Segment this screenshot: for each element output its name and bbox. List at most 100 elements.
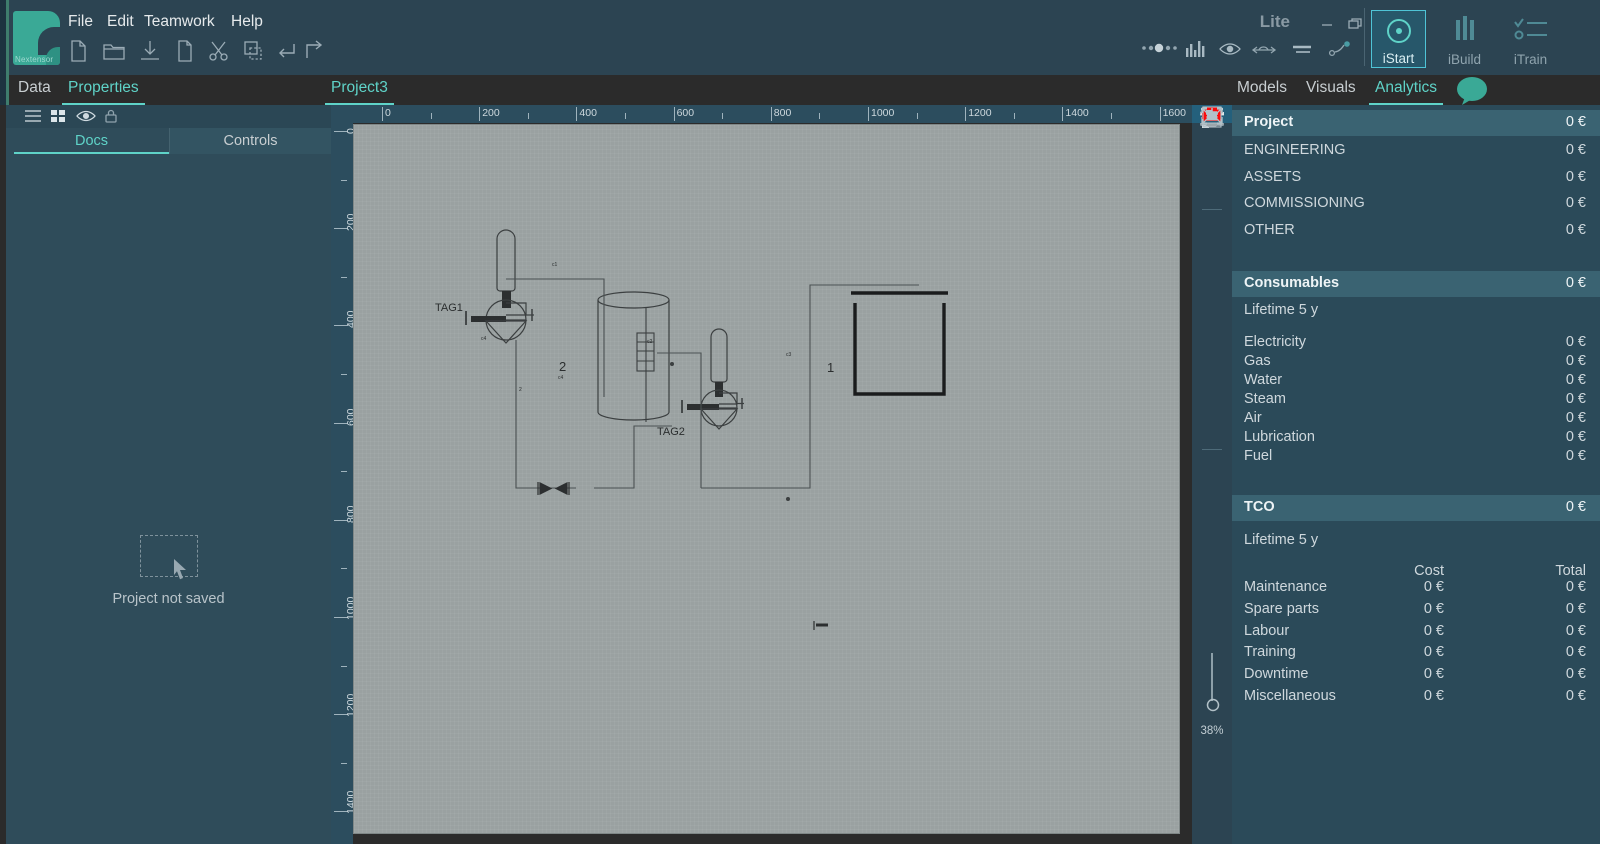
table-row[interactable]: Spare parts 0 € 0 € xyxy=(1232,600,1600,621)
dots-progress-icon[interactable] xyxy=(1140,40,1178,61)
menu-help[interactable]: Help xyxy=(231,13,263,31)
row-label: COMMISSIONING xyxy=(1244,195,1365,211)
section-title: Consumables xyxy=(1244,275,1340,291)
table-row[interactable]: Fuel 0 € xyxy=(1232,447,1600,468)
link-arrows-icon[interactable] xyxy=(1251,40,1277,63)
row-cost: 0 € xyxy=(1423,623,1444,639)
tab-analytics[interactable]: Analytics xyxy=(1369,79,1444,105)
row-cost: 0 € xyxy=(1423,688,1444,704)
undo-icon[interactable] xyxy=(274,38,300,64)
table-row[interactable]: Steam 0 € xyxy=(1232,390,1600,411)
paste-icon[interactable] xyxy=(240,38,266,64)
zoom-slider-handle[interactable] xyxy=(1205,697,1221,718)
minimize-icon[interactable] xyxy=(1319,16,1335,37)
table-row[interactable]: Labour 0 € 0 € xyxy=(1232,622,1600,643)
horizontal-ruler[interactable]: 0 200 400 600 800 1000 1200 1400 1600 xyxy=(353,105,1210,123)
ruler-tick xyxy=(1159,107,1161,121)
table-row[interactable]: ENGINEERING 0 € xyxy=(1232,141,1600,162)
table-row[interactable]: Electricity 0 € xyxy=(1232,333,1600,354)
section-header-tco[interactable]: TCO 0 € xyxy=(1232,495,1600,521)
row-label: Steam xyxy=(1244,391,1286,407)
app-logo[interactable]: Nextensor xyxy=(13,11,60,65)
ruler-label: 200 xyxy=(482,107,500,119)
table-row[interactable]: Maintenance 0 € 0 € xyxy=(1232,578,1600,599)
copy-document-icon[interactable] xyxy=(172,38,198,64)
eye-visibility-icon[interactable] xyxy=(76,108,96,129)
row-value: 0 € xyxy=(1565,666,1586,682)
ruler-tick xyxy=(770,107,772,121)
new-document-icon[interactable] xyxy=(66,38,92,64)
tab-models[interactable]: Models xyxy=(1237,79,1287,97)
zoom-slider-track[interactable] xyxy=(1211,653,1213,701)
open-folder-icon[interactable] xyxy=(101,38,127,64)
table-row[interactable]: Water 0 € xyxy=(1232,371,1600,392)
row-label: Training xyxy=(1244,644,1296,660)
menu-teamwork[interactable]: Teamwork xyxy=(144,13,215,31)
table-row[interactable]: COMMISSIONING 0 € xyxy=(1232,194,1600,215)
section-title: Project xyxy=(1244,114,1294,130)
menu-edit[interactable]: Edit xyxy=(107,13,134,31)
row-cost: 0 € xyxy=(1423,666,1444,682)
subtab-controls[interactable]: Controls xyxy=(169,128,331,154)
table-row[interactable]: Miscellaneous 0 € 0 € xyxy=(1232,687,1600,708)
drawing-toolbar: T xyxy=(1192,105,1232,844)
zoom-level-label: 38% xyxy=(1200,725,1224,737)
section-header-project[interactable]: Project 0 € xyxy=(1232,110,1600,136)
diagram-label: c3 xyxy=(786,352,792,358)
section-header-consumables[interactable]: Consumables 0 € xyxy=(1232,271,1600,297)
save-download-icon[interactable] xyxy=(137,38,163,64)
tab-properties[interactable]: Properties xyxy=(62,79,145,105)
table-row[interactable]: OTHER 0 € xyxy=(1232,221,1600,242)
tab-bar-brand-accent xyxy=(6,75,9,105)
lock-icon[interactable] xyxy=(104,108,118,129)
ruler-tick xyxy=(341,665,347,667)
vertical-ruler[interactable]: 0 200 400 600 800 1000 1200 1400 xyxy=(331,105,357,844)
table-row[interactable]: Air 0 € xyxy=(1232,409,1600,430)
cut-scissors-icon[interactable] xyxy=(206,38,232,64)
ruler-tick xyxy=(341,374,347,375)
logo-text: Nextensor xyxy=(15,55,54,64)
table-row[interactable]: Lubrication 0 € xyxy=(1232,428,1600,449)
ruler-tick xyxy=(341,762,347,764)
ruler-label: 1200 xyxy=(968,107,992,119)
list-view-icon[interactable] xyxy=(24,108,42,129)
diagram-label: 1 xyxy=(827,360,834,375)
grid-view-icon[interactable] xyxy=(50,108,68,129)
cursor-icon xyxy=(173,558,191,587)
node-curve-icon[interactable] xyxy=(1328,40,1354,63)
mode-ibuild[interactable]: iBuild xyxy=(1437,10,1492,68)
restore-icon[interactable] xyxy=(1347,16,1363,37)
row-label: Maintenance xyxy=(1244,579,1328,595)
left-panel-subtabs: Docs Controls xyxy=(14,128,331,154)
table-row[interactable]: Training 0 € 0 € xyxy=(1232,643,1600,664)
tab-visuals[interactable]: Visuals xyxy=(1306,79,1356,97)
ibuild-bars-icon xyxy=(1437,14,1492,46)
mode-itrain[interactable]: iTrain xyxy=(1503,10,1558,68)
table-row[interactable]: Gas 0 € xyxy=(1232,352,1600,373)
report-document-icon[interactable] xyxy=(1192,105,1232,129)
ruler-tick xyxy=(341,179,347,181)
drawing-sheet[interactable]: TAG1 TAG2 2 1 c1 c4 c4 c2 c3 2 xyxy=(353,124,1180,834)
table-row[interactable]: ASSETS 0 € xyxy=(1232,168,1600,189)
row-value: 0 € xyxy=(1565,372,1586,388)
table-row[interactable]: Downtime 0 € 0 € xyxy=(1232,665,1600,686)
bar-chart-icon[interactable] xyxy=(1185,40,1207,63)
mode-istart[interactable]: iStart xyxy=(1371,10,1426,68)
tab-analytics-label: Analytics xyxy=(1375,79,1438,96)
row-value: 0 € xyxy=(1565,410,1586,426)
diagram-label: TAG1 xyxy=(435,302,463,314)
tab-data[interactable]: Data xyxy=(18,79,51,97)
subtab-docs[interactable]: Docs xyxy=(14,128,169,154)
eye-visibility-icon[interactable] xyxy=(1219,40,1241,63)
section-value: 0 € xyxy=(1565,275,1586,291)
left-panel: Docs Controls Project not saved + xyxy=(6,105,331,844)
canvas-area: 0 200 400 600 800 1000 1200 1400 1600 0 200 400 600… xyxy=(331,105,1210,844)
ruler-label: 0 xyxy=(385,107,391,119)
equals-lines-icon[interactable] xyxy=(1291,40,1313,63)
redo-icon[interactable] xyxy=(301,38,327,64)
menu-file[interactable]: File xyxy=(68,13,93,31)
row-label: Miscellaneous xyxy=(1244,688,1336,704)
ruler-tick xyxy=(382,107,383,121)
tab-project3[interactable]: Project3 xyxy=(325,79,394,105)
ruler-label: 1600 xyxy=(1162,107,1186,119)
